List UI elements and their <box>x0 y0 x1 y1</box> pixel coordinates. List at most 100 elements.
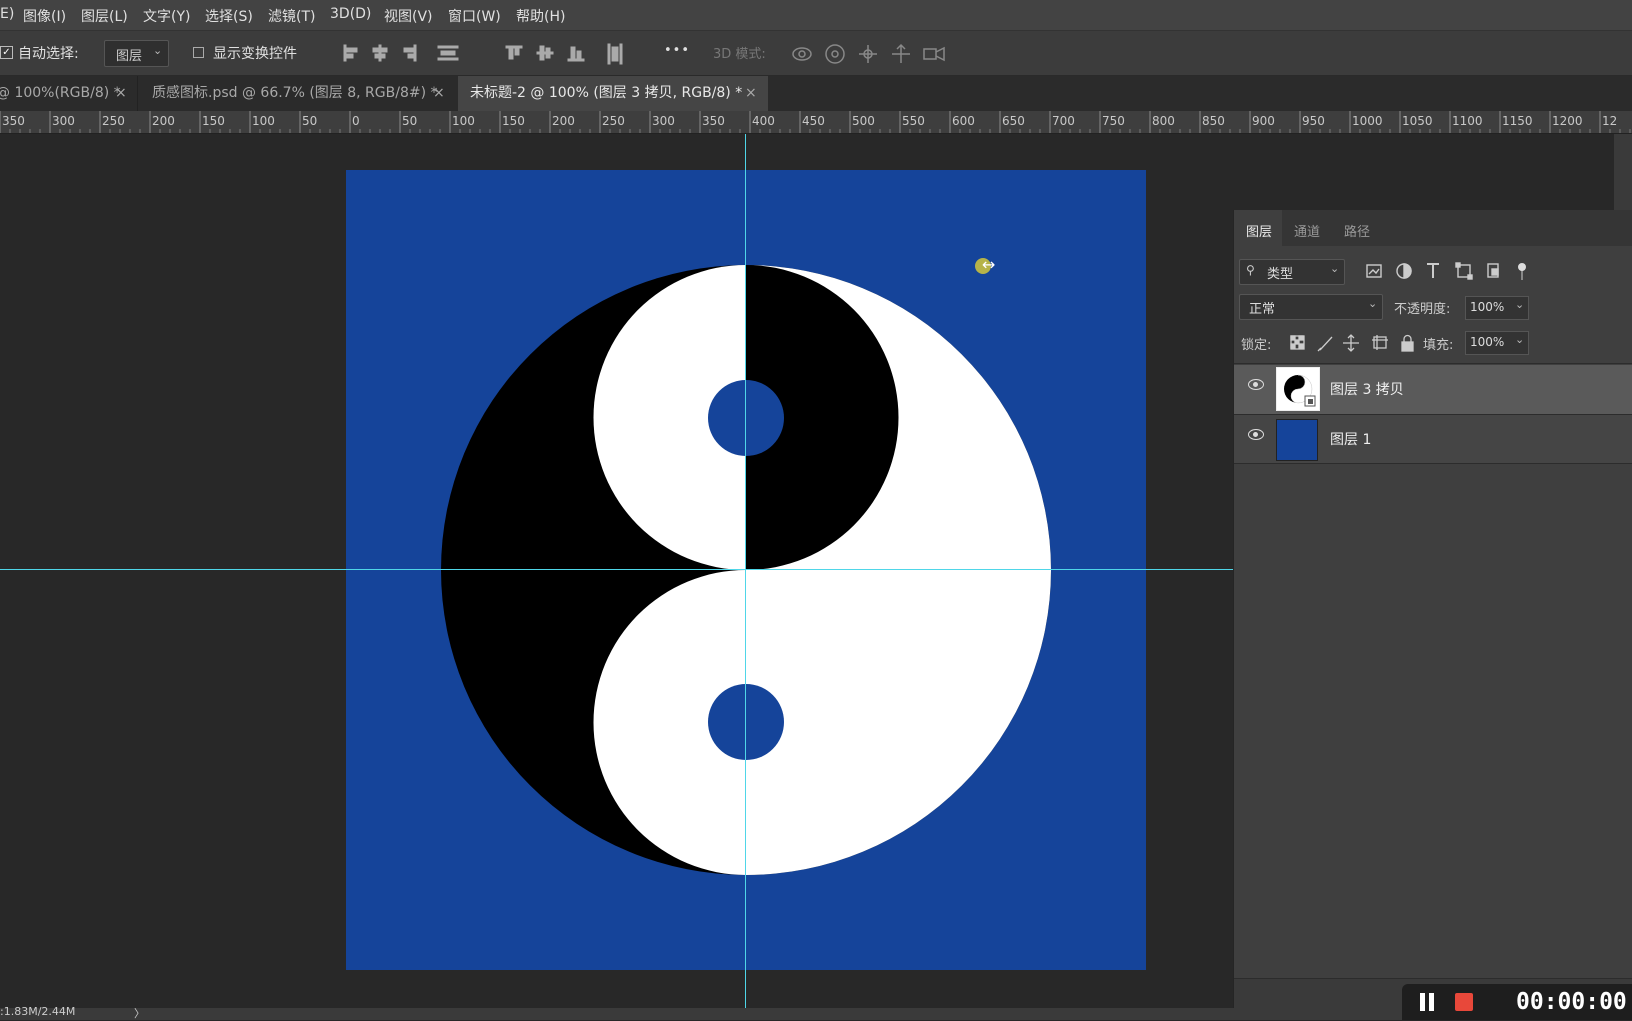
layer-thumbnail <box>1276 419 1318 461</box>
ruler-label: 1050 <box>1402 114 1433 128</box>
fill-input[interactable]: 100% ⌄ <box>1465 331 1529 355</box>
fill-label: 填充: <box>1423 338 1454 353</box>
vertical-scrollbar[interactable] <box>1614 134 1632 210</box>
filter-toggle-icon <box>1518 263 1526 280</box>
layer-name[interactable]: 图层 3 拷贝 <box>1330 379 1404 399</box>
fill-value: 100% <box>1470 335 1505 349</box>
close-icon[interactable]: × <box>115 76 127 111</box>
ruler-label: 0 <box>352 114 360 128</box>
menu-layer[interactable]: 图层(L) <box>81 6 128 26</box>
menu-filter[interactable]: 滤镜(T) <box>268 6 315 26</box>
resize-cursor-icon: ↔ <box>982 255 996 274</box>
screen-recorder-widget: 00:00:00 <box>1402 984 1632 1020</box>
yin-yang-bottom-dot <box>708 684 784 760</box>
menu-type[interactable]: 文字(Y) <box>143 6 190 26</box>
more-options-button[interactable]: ••• <box>664 43 690 58</box>
3d-scale-icon <box>923 46 945 62</box>
panel-divider <box>1234 363 1632 364</box>
lock-icons <box>1290 334 1414 352</box>
document-size: :1.83M/2.44M <box>0 1005 76 1018</box>
align-top-icon <box>505 45 523 60</box>
blend-mode-dropdown[interactable]: 正常 ⌄ <box>1239 294 1383 320</box>
ruler-label: 1150 <box>1502 114 1533 128</box>
close-icon[interactable]: × <box>433 76 445 111</box>
auto-select-dropdown[interactable]: 图层 ⌄ <box>104 40 169 67</box>
ruler-label: 1000 <box>1352 114 1383 128</box>
ruler-label: 650 <box>1002 114 1025 128</box>
ruler-label: 200 <box>152 114 175 128</box>
vertical-guide[interactable] <box>745 134 746 1008</box>
menu-select[interactable]: 选择(S) <box>205 6 253 26</box>
ruler-label: 600 <box>952 114 975 128</box>
smart-object-filter-icon <box>1487 263 1499 278</box>
status-arrow-icon[interactable]: 〉 <box>134 1005 145 1021</box>
lock-label: 锁定: <box>1241 338 1272 353</box>
layer-row[interactable]: 图层 3 拷贝 <box>1234 365 1632 415</box>
menu-help[interactable]: 帮助(H) <box>516 6 565 26</box>
ruler-label: 900 <box>1252 114 1275 128</box>
options-bar: ✓ 自动选择: 图层 ⌄ 显示变换控件 ••• 3D 模式: <box>0 31 1632 76</box>
ruler-label: 350 <box>2 114 25 128</box>
3d-mode-icons <box>792 43 945 64</box>
menu-view[interactable]: 视图(V) <box>384 6 433 26</box>
tab-label: 质感图标.psd @ 66.7% (图层 8, RGB/8#) * <box>152 85 438 101</box>
panel-tab-bar: 图层 通道 路径 <box>1234 210 1632 246</box>
lock-all-icon <box>1401 334 1414 352</box>
stop-icon[interactable] <box>1455 993 1473 1011</box>
ruler-label: 350 <box>702 114 725 128</box>
ruler-label: 300 <box>652 114 675 128</box>
menu-3d[interactable]: 3D(D) <box>330 6 371 22</box>
menu-window[interactable]: 窗口(W) <box>448 6 501 26</box>
3d-pan-icon <box>859 45 877 63</box>
ruler-label: 800 <box>1152 114 1175 128</box>
document-canvas[interactable] <box>346 170 1146 970</box>
eye-pupil <box>1253 382 1258 387</box>
chevron-down-icon[interactable]: ⌄ <box>1515 333 1524 346</box>
ruler-label: 1100 <box>1452 114 1483 128</box>
chevron-down-icon: ⌄ <box>1368 297 1378 310</box>
layer-filter-dropdown[interactable]: ⚲ 类型 ⌄ <box>1239 259 1345 285</box>
yin-yang-top-dot <box>708 380 784 456</box>
3d-mode-label: 3D 模式: <box>713 47 766 62</box>
yin-yang-thumbnail-icon <box>1284 374 1316 407</box>
ruler-label: 50 <box>302 114 317 128</box>
menu-image[interactable]: 图像(I) <box>23 6 66 26</box>
close-icon[interactable]: × <box>745 76 757 111</box>
align-hcenter-icon <box>372 44 388 62</box>
ruler-label: 100 <box>252 114 275 128</box>
horizontal-ruler[interactable]: 350 300 250 200 150 100 50 0 50 100 150 200 250 300 35… <box>0 111 1632 134</box>
ruler-label: 100 <box>452 114 475 128</box>
opacity-input[interactable]: 100% ⌄ <box>1465 296 1529 320</box>
lock-position-icon <box>1343 334 1359 352</box>
tab-paths[interactable]: 路径 <box>1344 221 1370 240</box>
tab-document-2[interactable]: 质感图标.psd @ 66.7% (图层 8, RGB/8#) * × <box>137 76 458 111</box>
adjustment-filter-icon <box>1396 263 1412 279</box>
blend-mode-value: 正常 <box>1249 302 1276 317</box>
pause-icon[interactable] <box>1418 993 1436 1011</box>
ruler-label: 450 <box>802 114 825 128</box>
menu-edit[interactable]: E) <box>0 6 14 22</box>
align-vcenter-icon <box>536 45 554 61</box>
show-transform-label: 显示变换控件 <box>213 46 297 62</box>
lock-pixels-icon <box>1317 336 1333 352</box>
layer-name[interactable]: 图层 1 <box>1330 429 1371 449</box>
tab-channels[interactable]: 通道 <box>1294 221 1320 240</box>
layers-panel: 图层 通道 路径 ⚲ 类型 ⌄ 正常 ⌄ 不透明度: 100% ⌄ 锁定: 填充… <box>1233 210 1632 1009</box>
chevron-down-icon[interactable]: ⌄ <box>1515 298 1524 311</box>
ruler-label: 150 <box>502 114 525 128</box>
tab-layers[interactable]: 图层 <box>1234 210 1282 246</box>
layer-row[interactable]: 图层 1 <box>1234 415 1632 464</box>
horizontal-guide[interactable] <box>0 569 1233 570</box>
align-bottom-icon <box>567 46 585 62</box>
tab-document-1[interactable]: @ 100%(RGB/8) * × <box>0 76 136 111</box>
ruler-label: 200 <box>552 114 575 128</box>
show-transform-checkbox[interactable] <box>193 47 204 58</box>
ruler-label: 500 <box>852 114 875 128</box>
auto-select-checkbox[interactable]: ✓ <box>0 46 13 59</box>
layer-thumbnail <box>1276 367 1320 411</box>
tab-document-3[interactable]: 未标题-2 @ 100% (图层 3 拷贝, RGB/8) * × <box>458 76 768 111</box>
document-tabs: @ 100%(RGB/8) * × 质感图标.psd @ 66.7% (图层 8… <box>0 76 1632 111</box>
3d-slide-icon <box>892 43 910 63</box>
ruler-label: 250 <box>102 114 125 128</box>
auto-select-value: 图层 <box>116 49 143 64</box>
